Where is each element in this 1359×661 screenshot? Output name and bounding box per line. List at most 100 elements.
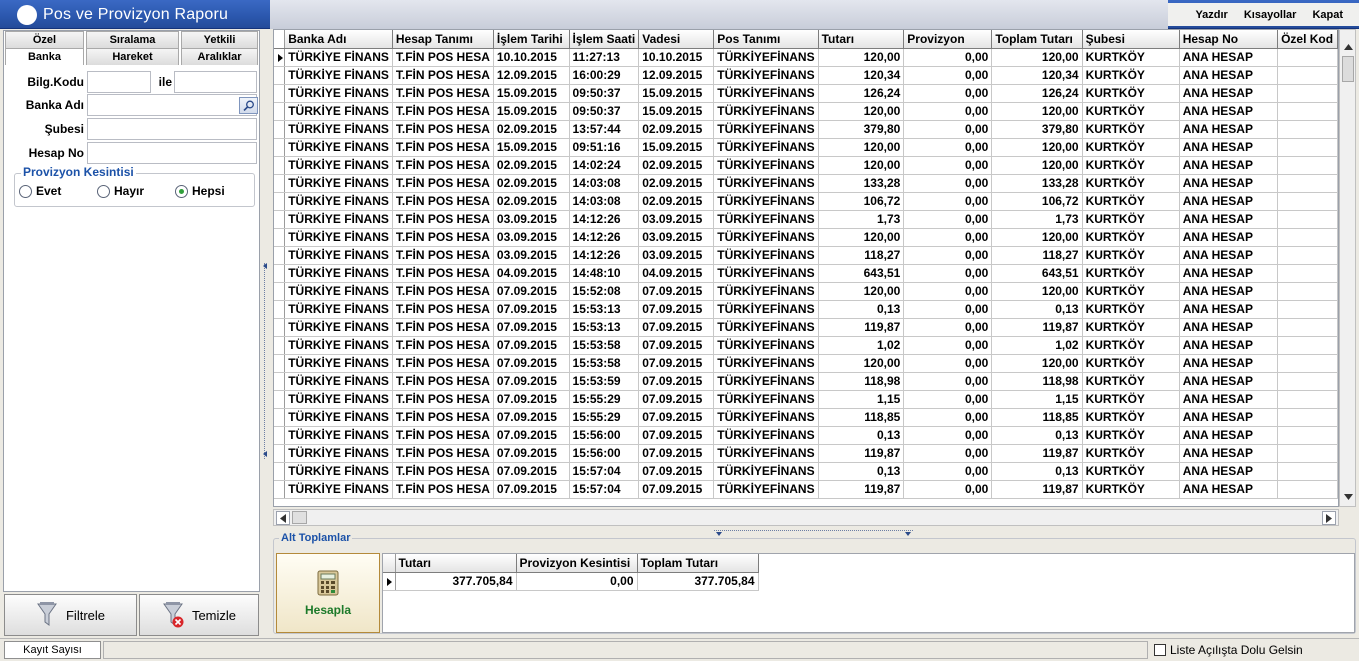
table-row[interactable]: TÜRKİYE FİNANS T.FİN POS HESA 07.09.2015 15…: [274, 336, 1338, 355]
radio-hayir[interactable]: Hayır: [97, 184, 144, 198]
bilg-kodu-start-input[interactable]: [87, 71, 151, 93]
column-header[interactable]: Hesap Tanımı: [392, 30, 494, 49]
filtrele-button[interactable]: Filtrele: [4, 594, 137, 636]
table-cell: 07.09.2015: [493, 426, 570, 445]
vertical-scroll-thumb[interactable]: [1342, 56, 1354, 82]
table-row[interactable]: TÜRKİYE FİNANS T.FİN POS HESA 07.09.2015 15…: [274, 462, 1338, 481]
table-row[interactable]: TÜRKİYE FİNANS T.FİN POS HESA 02.09.2015 13…: [274, 120, 1338, 139]
lookup-icon: [242, 100, 254, 111]
row-indicator: [274, 228, 286, 247]
subtotals-grid[interactable]: Tutarı Provizyon Kesintisi Toplam Tutarı…: [382, 553, 1355, 633]
data-grid[interactable]: Banka Adı Hesap Tanımı İşlem Tarihi İşlem S…: [273, 29, 1339, 507]
table-cell: [1277, 390, 1338, 409]
table-cell: 0,00: [903, 84, 993, 103]
subesi-input[interactable]: [87, 118, 257, 140]
column-header[interactable]: Vadesi: [638, 30, 715, 49]
banka-lookup-button[interactable]: [239, 97, 258, 114]
table-row[interactable]: TÜRKİYE FİNANS T.FİN POS HESA 07.09.2015 15…: [274, 480, 1338, 499]
column-header[interactable]: Toplam Tutarı: [991, 30, 1083, 49]
table-cell: TÜRKİYE FİNANS: [284, 390, 393, 409]
subtotals-row[interactable]: 377.705,84 0,00 377.705,84: [383, 572, 759, 591]
close-menu[interactable]: Kapat: [1312, 9, 1343, 21]
table-cell: KURTKÖY: [1082, 318, 1180, 337]
horizontal-scroll-thumb[interactable]: [292, 511, 307, 524]
radio-evet[interactable]: Evet: [19, 184, 61, 198]
splitter-grip[interactable]: [264, 263, 268, 459]
table-cell: KURTKÖY: [1082, 156, 1180, 175]
table-row[interactable]: TÜRKİYE FİNANS T.FİN POS HESA 02.09.2015 14…: [274, 192, 1338, 211]
table-cell: [1277, 336, 1338, 355]
table-row[interactable]: TÜRKİYE FİNANS T.FİN POS HESA 10.10.2015 11…: [274, 48, 1338, 67]
table-cell: 126,24: [818, 84, 905, 103]
column-header[interactable]: İşlem Tarihi: [493, 30, 570, 49]
column-header[interactable]: Pos Tanımı: [713, 30, 819, 49]
tab-banka[interactable]: Banka: [5, 48, 84, 65]
table-cell: 07.09.2015: [493, 372, 570, 391]
table-row[interactable]: TÜRKİYE FİNANS T.FİN POS HESA 07.09.2015 15…: [274, 372, 1338, 391]
table-row[interactable]: TÜRKİYE FİNANS T.FİN POS HESA 07.09.2015 15…: [274, 354, 1338, 373]
column-header[interactable]: Tutarı: [818, 30, 905, 49]
table-row[interactable]: TÜRKİYE FİNANS T.FİN POS HESA 03.09.2015 14…: [274, 210, 1338, 229]
column-header[interactable]: Hesap No: [1179, 30, 1279, 49]
table-row[interactable]: TÜRKİYE FİNANS T.FİN POS HESA 07.09.2015 15…: [274, 390, 1338, 409]
table-row[interactable]: TÜRKİYE FİNANS T.FİN POS HESA 15.09.2015 09…: [274, 84, 1338, 103]
table-cell: 0,00: [903, 228, 993, 247]
table-cell: [1277, 480, 1338, 499]
table-cell: [1277, 174, 1338, 193]
table-row[interactable]: TÜRKİYE FİNANS T.FİN POS HESA 15.09.2015 09…: [274, 102, 1338, 121]
scroll-up-icon[interactable]: [1341, 40, 1355, 54]
scroll-right-icon[interactable]: [1322, 511, 1336, 525]
table-header-row: Banka Adı Hesap Tanımı İşlem Tarihi İşlem S…: [274, 30, 1338, 49]
bilg-kodu-end-input[interactable]: [174, 71, 257, 93]
table-row[interactable]: TÜRKİYE FİNANS T.FİN POS HESA 07.09.2015 15…: [274, 318, 1338, 337]
panel-splitter[interactable]: [262, 30, 272, 638]
radio-hepsi[interactable]: Hepsi: [175, 184, 225, 198]
tab-ozel[interactable]: Özel: [5, 31, 84, 48]
table-row[interactable]: TÜRKİYE FİNANS T.FİN POS HESA 07.09.2015 15…: [274, 444, 1338, 463]
table-row[interactable]: TÜRKİYE FİNANS T.FİN POS HESA 07.09.2015 15…: [274, 426, 1338, 445]
column-header[interactable]: İşlem Saati: [569, 30, 640, 49]
radio-hepsi-label: Hepsi: [192, 184, 225, 198]
table-cell: T.FİN POS HESA: [392, 174, 494, 193]
table-row[interactable]: TÜRKİYE FİNANS T.FİN POS HESA 03.09.2015 14…: [274, 228, 1338, 247]
horizontal-scrollbar[interactable]: [273, 509, 1339, 526]
table-row[interactable]: TÜRKİYE FİNANS T.FİN POS HESA 04.09.2015 14…: [274, 264, 1338, 283]
table-cell: ANA HESAP: [1179, 84, 1279, 103]
shortcuts-menu[interactable]: Kısayollar: [1244, 9, 1297, 21]
table-cell: 106,72: [991, 192, 1083, 211]
tab-hareket[interactable]: Hareket: [86, 48, 179, 65]
temizle-button[interactable]: Temizle: [139, 594, 259, 636]
print-menu[interactable]: Yazdır: [1195, 9, 1227, 21]
row-indicator: [274, 102, 286, 121]
table-row[interactable]: TÜRKİYE FİNANS T.FİN POS HESA 02.09.2015 14…: [274, 174, 1338, 193]
table-row[interactable]: TÜRKİYE FİNANS T.FİN POS HESA 03.09.2015 14…: [274, 246, 1338, 265]
table-cell: 119,87: [991, 444, 1083, 463]
column-header[interactable]: Banka Adı: [284, 30, 393, 49]
tab-siralama[interactable]: Sıralama: [86, 31, 179, 48]
column-header[interactable]: Provizyon: [903, 30, 993, 49]
banka-adi-input[interactable]: [87, 94, 257, 116]
table-row[interactable]: TÜRKİYE FİNANS T.FİN POS HESA 15.09.2015 09…: [274, 138, 1338, 157]
table-row[interactable]: TÜRKİYE FİNANS T.FİN POS HESA 02.09.2015 14…: [274, 156, 1338, 175]
table-row[interactable]: TÜRKİYE FİNANS T.FİN POS HESA 07.09.2015 15…: [274, 300, 1338, 319]
table-row[interactable]: TÜRKİYE FİNANS T.FİN POS HESA 07.09.2015 15…: [274, 282, 1338, 301]
subtotal-splitter[interactable]: [714, 530, 913, 536]
row-indicator: [274, 300, 286, 319]
hesapla-button[interactable]: Hesapla: [276, 553, 380, 633]
row-indicator: [274, 210, 286, 229]
table-cell: 120,00: [991, 354, 1083, 373]
table-row[interactable]: TÜRKİYE FİNANS T.FİN POS HESA 07.09.2015 15…: [274, 408, 1338, 427]
table-cell: 120,00: [818, 102, 905, 121]
table-row[interactable]: TÜRKİYE FİNANS T.FİN POS HESA 12.09.2015 16…: [274, 66, 1338, 85]
hesap-no-input[interactable]: [87, 142, 257, 164]
column-header[interactable]: Özel Kod: [1277, 30, 1338, 49]
vertical-scrollbar[interactable]: [1339, 29, 1356, 507]
table-cell: KURTKÖY: [1082, 390, 1180, 409]
tab-araliklar[interactable]: Aralıklar: [181, 48, 258, 65]
scroll-down-icon[interactable]: [1341, 490, 1355, 504]
column-header[interactable]: Şubesi: [1082, 30, 1180, 49]
liste-acilista-checkbox[interactable]: Liste Açılışta Dolu Gelsin: [1154, 643, 1303, 657]
tab-yetkili[interactable]: Yetkili: [181, 31, 258, 48]
table-cell: 15:53:58: [569, 336, 640, 355]
scroll-left-icon[interactable]: [276, 511, 290, 525]
